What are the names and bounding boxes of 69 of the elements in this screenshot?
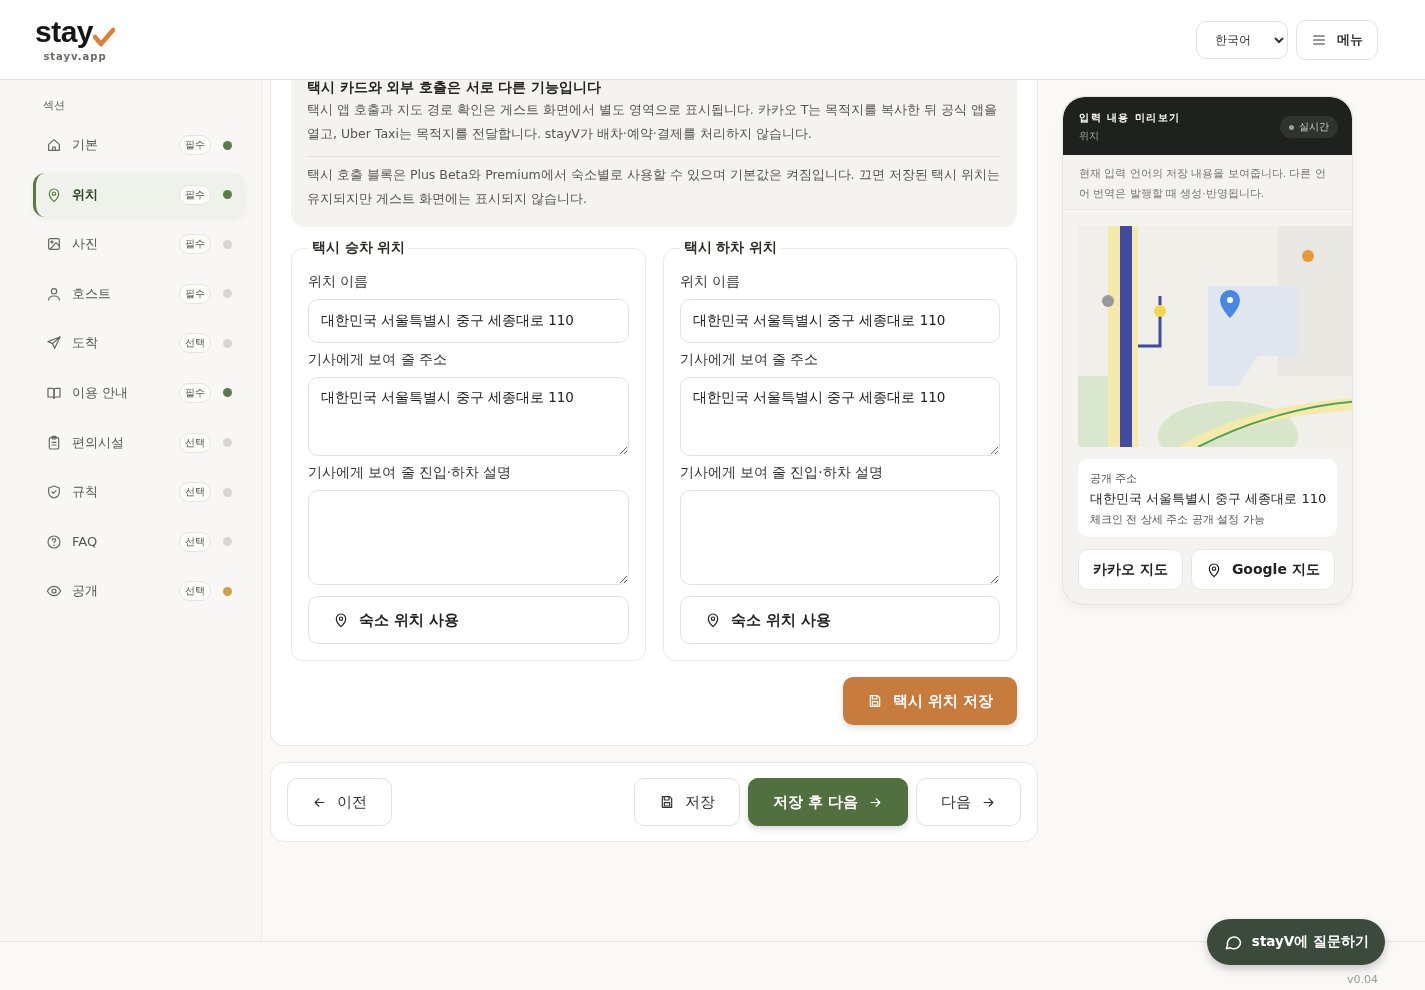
field-label: 위치 이름	[679, 273, 741, 291]
image-icon	[46, 236, 62, 253]
section-heading: 섹션	[43, 98, 65, 113]
sidebar-item[interactable]: 도착 선택	[33, 321, 245, 366]
field-label: 기사에게 보여 줄 진입·하차 설명	[679, 464, 884, 482]
use-property-location-button[interactable]: 숙소 위치 사용	[308, 596, 629, 644]
requirement-badge: 선택	[179, 432, 211, 453]
requirement-badge: 선택	[179, 482, 211, 503]
preview-title: 입력 내용 미리보기	[1079, 111, 1182, 125]
address-note: 체크인 전 상세 주소 공개 설정 가능	[1090, 512, 1266, 527]
sidebar-item[interactable]: 호스트 필수	[33, 271, 245, 316]
clipboard-icon	[46, 434, 62, 451]
requirement-badge: 선택	[179, 581, 211, 602]
sidebar-item[interactable]: 이용 안내 필수	[33, 370, 245, 415]
notice-text: 택시 호출 블록은 Plus Beta와 Premium에서 숙소별로 사용할 수 있으며 기본값은 켜짐입니다. 끄면 저장된 택시 위치는 유지되지만 게스트 화면에는 표시되지 않습니다.	[307, 156, 1001, 215]
requirement-badge: 필수	[179, 382, 211, 403]
version-text: v0.04	[1347, 973, 1378, 986]
question-icon	[46, 533, 62, 550]
requirement-badge: 필수	[179, 135, 211, 155]
domain-text: stayv.app	[43, 51, 107, 62]
input-field[interactable]: 대한민국 서울특별시 중구 세종대로 110	[679, 299, 1000, 343]
preview-subtitle: 위치	[1079, 129, 1100, 143]
sidebar-item[interactable]: 기본 필수	[33, 123, 245, 167]
sidebar-item[interactable]: 편의시설 선택	[33, 420, 245, 465]
field-label: 기사에게 보여 줄 진입·하차 설명	[308, 464, 513, 482]
language-select[interactable]: 한국어	[1196, 20, 1288, 59]
field-label: 위치 이름	[308, 273, 370, 291]
input-field[interactable]: 대한민국 서울특별시 중구 세종대로 110	[308, 299, 629, 343]
use-property-location-button[interactable]: 숙소 위치 사용	[679, 596, 1000, 644]
save-button[interactable]: 저장	[633, 778, 740, 826]
requirement-badge: 필수	[179, 283, 211, 304]
notice-title: 택시 카드와 외부 호출은 서로 다른 기능입니다	[307, 80, 603, 94]
requirement-badge: 선택	[179, 531, 211, 552]
send-icon	[46, 335, 62, 352]
live-badge: 실시간	[1280, 116, 1338, 138]
menu-button[interactable]: 메뉴	[1296, 19, 1378, 60]
notice-text: 택시 앱 호출과 지도 경로 확인은 게스트 화면에서 별도 영역으로 표시됩니다. 카카오 T는 목적지를 복사한 뒤 공식 앱을 열고, Uber Taxi는 목적지를 전달합니다. stayV가 배차·예약·결제를 처리하지 않습니다.	[307, 101, 999, 143]
previous-button[interactable]: 이전	[287, 778, 392, 826]
map-link-button[interactable]: 카카오 지도	[1078, 549, 1183, 590]
sidebar-item[interactable]: 규칙 선택	[33, 470, 245, 515]
group-title: 택시 승차 위치	[311, 239, 407, 257]
home-icon	[46, 137, 62, 153]
group-title: 택시 하차 위치	[682, 239, 778, 257]
address-text: 대한민국 서울특별시 중구 세종대로 110	[1090, 490, 1325, 508]
sidebar-item[interactable]: 공개 선택	[33, 569, 245, 614]
map-link-button[interactable]: Google 지도	[1190, 549, 1335, 590]
text-area[interactable]	[679, 490, 1000, 585]
field-label: 기사에게 보여 줄 주소	[308, 351, 448, 369]
preview-note: 현재 입력 언어의 저장 내용을 보여줍니다. 다른 언어 번역은 발행할 때 생성·반영됩니다.	[1063, 155, 1352, 210]
text-area[interactable]: 대한민국 서울특별시 중구 세종대로 110	[308, 377, 629, 456]
requirement-badge: 필수	[179, 234, 211, 255]
sidebar-item[interactable]: 위치 필수	[33, 172, 245, 217]
logo-wordmark: stay	[35, 17, 94, 47]
person-icon	[46, 285, 62, 302]
sidebar-item[interactable]: 사진 필수	[33, 222, 245, 267]
text-area[interactable]	[308, 490, 629, 585]
address-label: 공개 주소	[1090, 471, 1139, 486]
field-label: 기사에게 보여 줄 주소	[679, 351, 820, 369]
sidebar-item[interactable]: FAQ 선택	[33, 519, 245, 564]
text-area[interactable]: 대한민국 서울특별시 중구 세종대로 110	[679, 377, 1000, 456]
requirement-badge: 선택	[179, 333, 211, 354]
chat-button[interactable]: stayV에 질문하기	[1206, 919, 1385, 965]
check-icon	[93, 27, 116, 47]
save-and-next-button[interactable]: 저장 후 다음	[747, 778, 908, 826]
requirement-badge: 필수	[179, 184, 211, 205]
shield-icon	[46, 484, 62, 501]
pin-icon	[46, 186, 62, 203]
next-button[interactable]: 다음	[916, 778, 1021, 826]
pin-icon	[333, 612, 349, 628]
